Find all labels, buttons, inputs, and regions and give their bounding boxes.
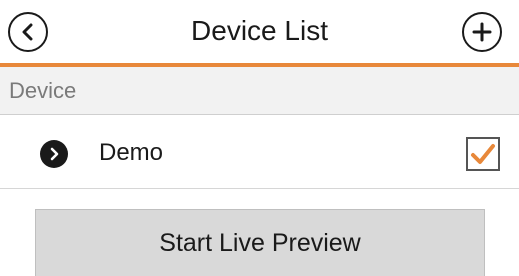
section-header: Device (0, 67, 519, 115)
device-checkbox[interactable] (466, 137, 500, 171)
nav-bar: Device List (0, 0, 519, 66)
device-name: Demo (99, 139, 164, 166)
chevron-right-icon[interactable] (40, 140, 68, 168)
device-row[interactable]: Demo (0, 115, 519, 189)
start-live-preview-button[interactable]: Start Live Preview (35, 209, 485, 276)
spacer (0, 189, 519, 209)
section-header-label: Device (9, 78, 77, 103)
plus-icon (472, 22, 492, 42)
checkmark-icon (471, 144, 495, 164)
add-device-button[interactable] (462, 12, 502, 52)
page-title: Device List (191, 15, 328, 46)
